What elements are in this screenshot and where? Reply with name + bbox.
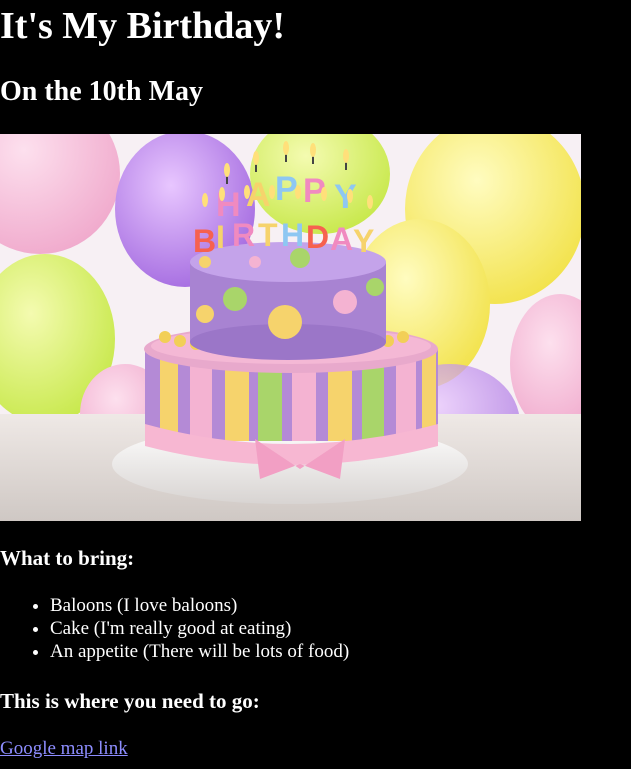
candle-letter: A — [330, 221, 353, 257]
candle-letter: Y — [334, 178, 357, 216]
list-item: Cake (I'm really good at eating) — [50, 617, 349, 640]
page-subtitle: On the 10th May — [0, 76, 203, 107]
candle-letter: T — [258, 217, 278, 253]
candle-letter: B — [193, 223, 216, 259]
list-item: Baloons (I love baloons) — [50, 594, 349, 617]
birthday-cake-image: H A P P Y B I R T H D A Y — [0, 134, 581, 521]
candle-letter: H — [281, 217, 304, 253]
candle-letter: I — [216, 219, 225, 255]
bring-list: Baloons (I love baloons) Cake (I'm reall… — [0, 594, 349, 663]
google-map-link[interactable]: Google map link — [0, 737, 128, 760]
candle-letter: R — [232, 217, 255, 253]
bring-heading: What to bring: — [0, 546, 135, 570]
candle-letter: P — [275, 170, 298, 208]
candle-letter: D — [306, 219, 329, 255]
list-item: An appetite (There will be lots of food) — [50, 640, 349, 663]
go-heading: This is where you need to go: — [0, 689, 260, 713]
page: It's My Birthday! On the 10th May H A P … — [0, 0, 631, 769]
candle-letter: Y — [353, 223, 374, 259]
page-title: It's My Birthday! — [0, 5, 285, 47]
